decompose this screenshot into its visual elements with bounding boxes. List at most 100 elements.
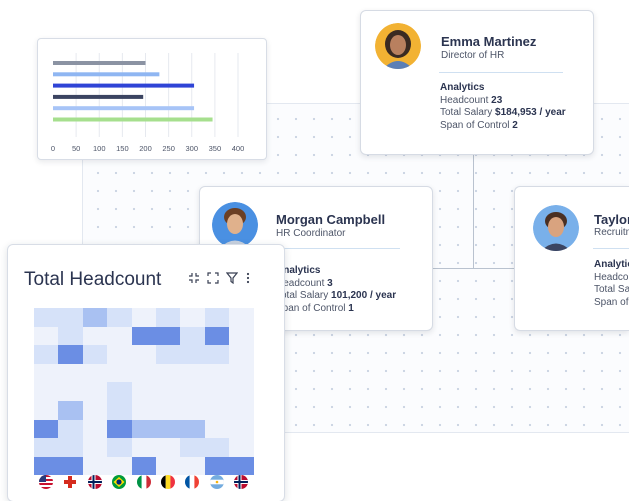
heatmap-cell xyxy=(82,382,108,401)
heatmap-cell xyxy=(82,363,108,383)
card-name: Morgan Campbell xyxy=(276,212,386,227)
heatmap-cell xyxy=(229,438,254,457)
bar xyxy=(53,72,160,77)
heatmap-cell xyxy=(131,363,156,383)
card-role: Director of HR xyxy=(441,50,505,61)
flag-brazil-icon xyxy=(112,475,127,489)
heatmap-cell xyxy=(34,308,59,327)
heatmap-cell xyxy=(58,419,83,439)
heatmap-cell xyxy=(131,400,156,420)
heatmap-cell xyxy=(204,456,230,476)
heatmap-cell xyxy=(180,363,205,383)
connector-line xyxy=(432,268,516,269)
heatmap-cell xyxy=(180,419,205,439)
heatmap-cell xyxy=(82,345,108,364)
heatmap-cell xyxy=(180,345,205,364)
heatmap-cell xyxy=(34,400,59,420)
expand-icon[interactable] xyxy=(207,272,219,287)
heatmap-cell xyxy=(58,308,83,327)
org-card-emma[interactable]: Emma Martinez Director of HR Analytics H… xyxy=(360,10,594,155)
bar-chart-card[interactable]: 0 50 100 150 200 250 300 350 400 xyxy=(37,38,267,160)
heatmap-cell xyxy=(131,419,156,439)
heatmap-cell xyxy=(107,382,132,401)
org-card-taylor[interactable]: Taylor M Recruitm Analytics Headcou Tota… xyxy=(514,186,629,331)
analytics-heading: Analytics xyxy=(594,259,629,270)
heatmap-cell xyxy=(131,345,156,364)
total-headcount-card[interactable]: Total Headcount xyxy=(7,244,285,501)
flag-usa-icon xyxy=(39,475,53,489)
salary-row: Total Salary 101,200 / year xyxy=(276,290,396,303)
headcount-value: 3 xyxy=(327,277,333,289)
avatar xyxy=(533,205,579,251)
headcount-value: 23 xyxy=(491,94,503,106)
bar-chart: 0 50 100 150 200 250 300 350 400 xyxy=(51,53,244,153)
heatmap-cell xyxy=(82,308,108,327)
more-icon[interactable] xyxy=(245,272,251,287)
heatmap-cell xyxy=(58,438,83,457)
span-label: Span of Control xyxy=(440,119,510,131)
heatmap-cell xyxy=(131,456,156,476)
heatmap-cell xyxy=(155,456,181,476)
heatmap-cell xyxy=(229,382,254,401)
avatar-taylor-icon xyxy=(533,205,579,251)
heatmap-cell xyxy=(34,345,59,364)
span-value: 2 xyxy=(512,119,518,131)
heatmap-cell xyxy=(180,308,205,327)
heatmap-cell xyxy=(131,382,156,401)
card-analytics: Analytics Headcou Total Sala Span of C xyxy=(594,259,629,309)
heatmap-grid xyxy=(34,308,254,476)
salary-value: $184,953 / year xyxy=(495,107,566,118)
x-tick-label: 100 xyxy=(93,144,106,153)
heatmap-cell xyxy=(204,308,230,327)
heatmap-cell xyxy=(155,400,181,420)
avatar-morgan-icon xyxy=(212,202,258,248)
heatmap-cell xyxy=(204,438,230,457)
heatmap-cell xyxy=(58,326,83,346)
filter-icon[interactable] xyxy=(225,272,239,287)
divider xyxy=(276,248,400,249)
collapse-icon[interactable] xyxy=(188,272,200,287)
salary-label: Total Salary xyxy=(440,107,493,118)
heatmap-cell xyxy=(82,438,108,457)
heatmap-cell xyxy=(155,438,181,457)
bar xyxy=(53,94,144,99)
heatmap-cell xyxy=(107,326,132,346)
card-title: Total Headcount xyxy=(24,269,162,290)
heatmap-cell xyxy=(58,363,83,383)
avatar xyxy=(375,23,421,69)
card-role: HR Coordinator xyxy=(276,228,346,239)
heatmap-cell xyxy=(229,363,254,383)
heatmap-cell xyxy=(34,419,59,439)
heatmap-cell xyxy=(34,363,59,383)
heatmap-cell xyxy=(34,326,59,346)
heatmap-cell xyxy=(180,326,205,346)
card-role: Recruitm xyxy=(594,227,629,238)
heatmap-cell xyxy=(107,419,132,439)
flag-norway-icon xyxy=(234,475,249,489)
flag-italy-icon xyxy=(136,475,151,489)
bar xyxy=(53,61,146,65)
heatmap-cell xyxy=(107,363,132,383)
x-tick-label: 150 xyxy=(116,144,129,153)
heatmap-cell xyxy=(34,382,59,401)
heatmap-cell xyxy=(131,438,156,457)
span-label: Span of Control xyxy=(276,302,346,314)
flag-belgium-icon xyxy=(161,475,175,489)
heatmap-cell xyxy=(204,400,230,420)
heatmap-cell xyxy=(34,456,59,476)
heatmap-cell xyxy=(107,438,132,457)
stage: 0 50 100 150 200 250 300 350 400 Emma Martinez D… xyxy=(0,0,629,501)
card-analytics: Analytics Headcount 23 Total Salary $184… xyxy=(440,82,566,132)
heatmap-cell xyxy=(229,345,254,364)
span-row: Span of Control 2 xyxy=(440,120,566,133)
heatmap-cell xyxy=(204,326,230,346)
heatmap-cell xyxy=(155,308,181,327)
heatmap-cell xyxy=(155,419,181,439)
span-value: 1 xyxy=(348,302,354,314)
divider xyxy=(439,72,563,73)
bar xyxy=(53,117,213,122)
divider xyxy=(593,248,629,249)
flag-row xyxy=(34,475,254,495)
heatmap-cell xyxy=(82,400,108,420)
flag-norway-icon xyxy=(87,475,102,489)
